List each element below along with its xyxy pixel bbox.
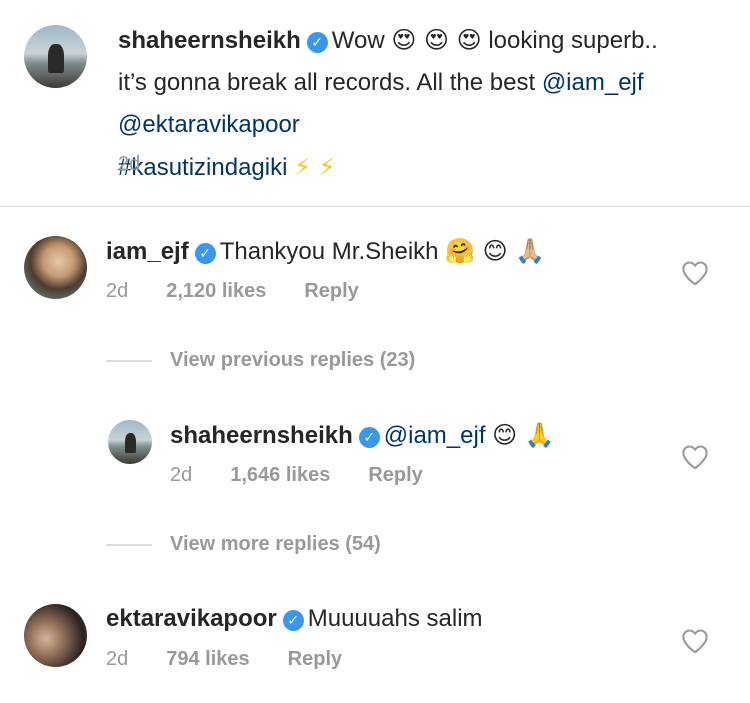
- verified-badge-icon: ✓: [282, 610, 304, 631]
- caption-meta: 2d: [118, 153, 178, 176]
- view-more-replies-button[interactable]: View more replies (54): [106, 533, 381, 556]
- verified-badge-icon: ✓: [194, 243, 216, 264]
- reply-button[interactable]: Reply: [288, 648, 342, 671]
- view-more-label: View more replies (54): [170, 533, 381, 555]
- caption-text-start: Wow: [331, 27, 385, 54]
- reply-button[interactable]: Reply: [304, 280, 358, 303]
- avatar[interactable]: [108, 420, 152, 464]
- heart-outline-icon[interactable]: [681, 628, 709, 654]
- comment-text: ektaravikapoor ✓ Muuuuahs salim: [106, 598, 666, 640]
- avatar[interactable]: [24, 236, 87, 299]
- timestamp: 2d: [106, 280, 129, 302]
- mention-link[interactable]: @ektaravikapoor: [118, 111, 300, 138]
- verified-badge-icon: ✓: [358, 427, 380, 448]
- comment-username[interactable]: ektaravikapoor: [106, 605, 277, 632]
- reply-divider-line: [106, 359, 152, 362]
- caption-username[interactable]: shaheernsheikh: [118, 27, 301, 54]
- likes-count[interactable]: 1,646 likes: [230, 464, 330, 487]
- comment-meta: 2d 794 likes Reply: [106, 648, 380, 671]
- comment-username[interactable]: shaheernsheikh: [170, 422, 353, 449]
- caption-section: shaheernsheikh ✓ Wow 😍 😍 😍 looking superb.…: [0, 0, 750, 207]
- comment-username[interactable]: iam_ejf: [106, 238, 189, 265]
- emoji-hug-smile-pray-icon: 🤗 😊 🙏🏼: [445, 237, 546, 265]
- likes-count[interactable]: 2,120 likes: [166, 280, 266, 303]
- comment-body: Muuuuahs salim: [307, 605, 483, 632]
- emoji-lightning-icon: ⚡ ⚡: [294, 153, 336, 181]
- heart-outline-icon[interactable]: [681, 444, 709, 470]
- emoji-heart-eyes-icon: 😍 😍 😍: [391, 26, 482, 54]
- comment-text: iam_ejf ✓ Thankyou Mr.Sheikh 🤗 😊 🙏🏼: [106, 230, 666, 273]
- likes-count[interactable]: 794 likes: [166, 648, 249, 671]
- timestamp: 2d: [106, 648, 129, 670]
- view-previous-replies-button[interactable]: View previous replies (23): [106, 349, 415, 372]
- avatar[interactable]: [24, 604, 87, 667]
- comment-meta: 2d 2,120 likes Reply: [106, 280, 397, 303]
- comment-text: shaheernsheikh ✓ @iam_ejf 😊 🙏: [170, 414, 650, 457]
- heart-outline-icon[interactable]: [681, 260, 709, 286]
- comment-body: Thankyou Mr.Sheikh: [219, 238, 439, 265]
- reply-divider-line: [106, 543, 152, 546]
- mention-link[interactable]: @iam_ejf: [384, 422, 486, 449]
- mention-link[interactable]: @iam_ejf: [542, 69, 644, 96]
- view-previous-label: View previous replies (23): [170, 349, 416, 371]
- verified-badge-icon: ✓: [306, 32, 328, 53]
- reply-button[interactable]: Reply: [368, 464, 422, 487]
- avatar[interactable]: [24, 25, 87, 88]
- timestamp: 2d: [118, 153, 141, 175]
- emoji-smile-pray-icon: 😊 🙏: [492, 421, 555, 449]
- timestamp: 2d: [170, 464, 193, 486]
- comment-meta: 2d 1,646 likes Reply: [170, 464, 461, 487]
- caption-text: shaheernsheikh ✓ Wow 😍 😍 😍 looking superb.…: [118, 19, 678, 189]
